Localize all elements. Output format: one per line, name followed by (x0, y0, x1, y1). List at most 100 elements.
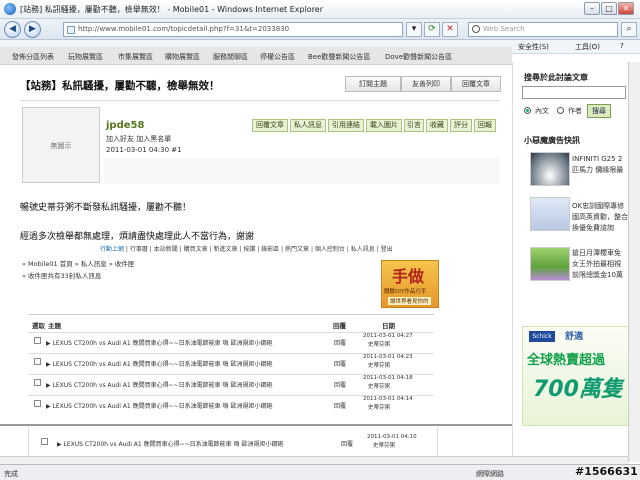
print-button[interactable]: 友善列印 (401, 76, 451, 92)
row-author[interactable]: 史蒂芬粥 (368, 340, 390, 348)
news-thumb-car[interactable] (530, 152, 570, 186)
row-subject[interactable]: ▶ LEXUS CT200h vs Audi A1 晚間買車心得~~日系油電節能… (57, 439, 283, 448)
close-button[interactable]: ✕ (618, 2, 634, 15)
forum-nav-item[interactable]: 市集展覽區 (118, 52, 153, 62)
row-checkbox[interactable] (34, 400, 41, 407)
radio-author[interactable] (557, 107, 564, 114)
row-reply[interactable]: 回覆 (334, 359, 346, 368)
link-item[interactable]: 登出 (381, 246, 393, 253)
breadcrumb[interactable]: » Mobile01 首頁 » 私人訊息 » 收件匣 (22, 258, 134, 268)
promo-big-text: 手做 (392, 267, 425, 286)
subscribe-button[interactable]: 訂閱主題 (345, 76, 401, 92)
row-reply[interactable]: 回覆 (341, 439, 353, 448)
link-item[interactable]: 個人控制台 (315, 246, 345, 253)
action-favorite-button[interactable]: 收藏 (426, 119, 448, 132)
row-author[interactable]: 史蒂芬粥 (368, 361, 390, 369)
inbox-table: 選取 主題 回覆 日期 ▶ LEXUS CT200h vs Audi A1 晚間… (28, 314, 434, 416)
forum-nav-item[interactable]: 購物展覽區 (165, 52, 200, 62)
link-item[interactable]: 熱門文章 (285, 246, 309, 253)
row-author[interactable]: 史蒂芬粥 (368, 382, 390, 390)
forward-icon[interactable]: ▶ (24, 21, 41, 38)
row-subject[interactable]: ▶ LEXUS CT200h vs Audi A1 晚間買車心得~~日系油電節能… (46, 338, 272, 347)
action-quote-button[interactable]: 引言 (404, 119, 424, 132)
action-report-button[interactable]: 回報 (474, 119, 496, 132)
link-item[interactable]: 私人訊息 (351, 246, 375, 253)
embedded-link-row: 行動上網 | 行事曆 | 本站新聞 | 購買文章 | 新進文章 | 按讚 | 錄… (100, 246, 393, 253)
sidebar-news-title: 小惡魔廣告快訊 (524, 136, 580, 145)
post-date: 2011-03-01 04:30 #1 (106, 146, 182, 154)
sidebar-search-input[interactable] (522, 86, 626, 99)
post-body-line1: 暢號史蒂芬粥不斷發私訊騷擾，屢勸不聽！ (20, 203, 192, 213)
title-bar: [站務] 私訊騷擾，屢勸不聽，檢舉無效！ - Mobile01 - Window… (0, 0, 640, 19)
link-item[interactable]: 購買文章 (184, 246, 208, 253)
search-input[interactable]: Web Search (468, 22, 618, 37)
row-checkbox[interactable] (34, 379, 41, 386)
row-reply[interactable]: 回覆 (334, 338, 346, 347)
url-input[interactable]: http://www.mobile01.com/topicdetail.php?… (63, 22, 403, 37)
forum-nav-item[interactable]: 服務閒聊區 (213, 52, 248, 62)
row-reply[interactable]: 回覆 (334, 380, 346, 389)
row-author[interactable]: 史蒂芬粥 (368, 403, 390, 411)
forum-nav-item[interactable]: 停權公告區 (260, 52, 295, 62)
row-subject[interactable]: ▶ LEXUS CT200h vs Audi A1 晚間買車心得~~日系油電節能… (46, 359, 272, 368)
link-item[interactable]: 行動上網 (100, 246, 124, 253)
forum-nav-item[interactable]: 發佈分區列表 (12, 52, 54, 62)
link-item[interactable]: 新進文章 (213, 246, 237, 253)
row-date: 2011-03-01 04:23 (363, 354, 413, 360)
table-row: ▶ LEXUS CT200h vs Audi A1 晚間買車心得~~日系油電節能… (28, 374, 434, 391)
promo-banner[interactable]: 手做 體驗DIY作品巧手 讓世界看見你的 (381, 260, 439, 308)
post-username[interactable]: jpde58 (106, 120, 144, 131)
avatar: 無圖示 (22, 107, 100, 183)
news-thumb-flowers[interactable] (530, 247, 570, 281)
row-subject[interactable]: ▶ LEXUS CT200h vs Audi A1 晚間買車心得~~日系油電節能… (46, 401, 272, 410)
tools-menu[interactable]: 工具(O) (575, 42, 600, 52)
maximize-button[interactable]: □ (601, 2, 617, 15)
news-line: 前限總獎金10萬 (572, 271, 623, 279)
news-item[interactable]: 搶日月潭櫻車免 女王外拍最相視 前限總獎金10萬 (572, 248, 623, 281)
sidebar-ad-banner[interactable]: Schick 舒適 全球熱賣超過 700萬隻 (522, 326, 632, 426)
radio-content[interactable] (524, 107, 531, 114)
row-checkbox[interactable] (34, 337, 41, 344)
search-go-icon[interactable]: ⌕ (621, 22, 637, 37)
news-thumb-person[interactable] (530, 197, 570, 231)
minimize-button[interactable]: – (584, 2, 600, 15)
action-load-image-button[interactable]: 載入圖片 (366, 119, 402, 132)
link-item[interactable]: 行事曆 (130, 246, 148, 253)
dropdown-icon[interactable]: ▾ (406, 22, 422, 37)
forum-nav-item[interactable]: Bee歡聲新聞公告區 (308, 52, 370, 62)
link-item[interactable]: 本站新聞 (154, 246, 178, 253)
sidebar-search-button[interactable]: 搜尋 (587, 104, 611, 118)
header-reply: 回覆 (333, 322, 346, 330)
row-subject[interactable]: ▶ LEXUS CT200h vs Audi A1 晚間買車心得~~日系油電節能… (46, 380, 272, 389)
action-reply-button[interactable]: 回覆文章 (252, 119, 288, 132)
link-item[interactable]: 錄影區 (261, 246, 279, 253)
watermark: #1566631 (575, 465, 638, 478)
action-rate-button[interactable]: 評分 (450, 119, 472, 132)
reply-button[interactable]: 回覆文章 (451, 76, 501, 92)
divider (20, 100, 500, 101)
news-line: 匹馬力 價緣限最 (572, 166, 624, 174)
forum-nav-item[interactable]: 玩物展覽區 (68, 52, 103, 62)
forum-nav-item[interactable]: Dove歡聲新聞公告區 (385, 52, 452, 62)
action-pm-button[interactable]: 私人訊息 (290, 119, 326, 132)
news-line: 女王外拍最相視 (572, 260, 621, 268)
stop-icon[interactable]: ✕ (442, 22, 458, 37)
refresh-icon[interactable]: ⟳ (424, 22, 440, 37)
safety-menu[interactable]: 安全性(S) (518, 42, 549, 52)
status-text: 完成 (4, 470, 18, 478)
user-links[interactable]: 加入好友 加入黑名單 (106, 134, 171, 144)
horizontal-scrollbar[interactable] (0, 456, 628, 464)
row-date: 2011-03-01 04:10 (367, 434, 417, 440)
row-author[interactable]: 史蒂芬粥 (373, 441, 395, 449)
help-menu[interactable]: ? (620, 42, 624, 50)
address-bar: ◀ ▶ http://www.mobile01.com/topicdetail.… (0, 19, 640, 40)
link-item[interactable]: 按讚 (243, 246, 255, 253)
row-checkbox[interactable] (34, 358, 41, 365)
row-reply[interactable]: 回覆 (334, 401, 346, 410)
news-item[interactable]: INFINITI G25 2 匹馬力 價緣限最 (572, 154, 623, 176)
row-checkbox[interactable] (41, 438, 48, 445)
back-icon[interactable]: ◀ (4, 21, 21, 38)
action-quote-link-button[interactable]: 引用連結 (328, 119, 364, 132)
vertical-scrollbar[interactable] (628, 62, 640, 462)
news-item[interactable]: OK忠訓國際專修 國高英資歡，整合 換優免費諮詢 (572, 201, 628, 234)
